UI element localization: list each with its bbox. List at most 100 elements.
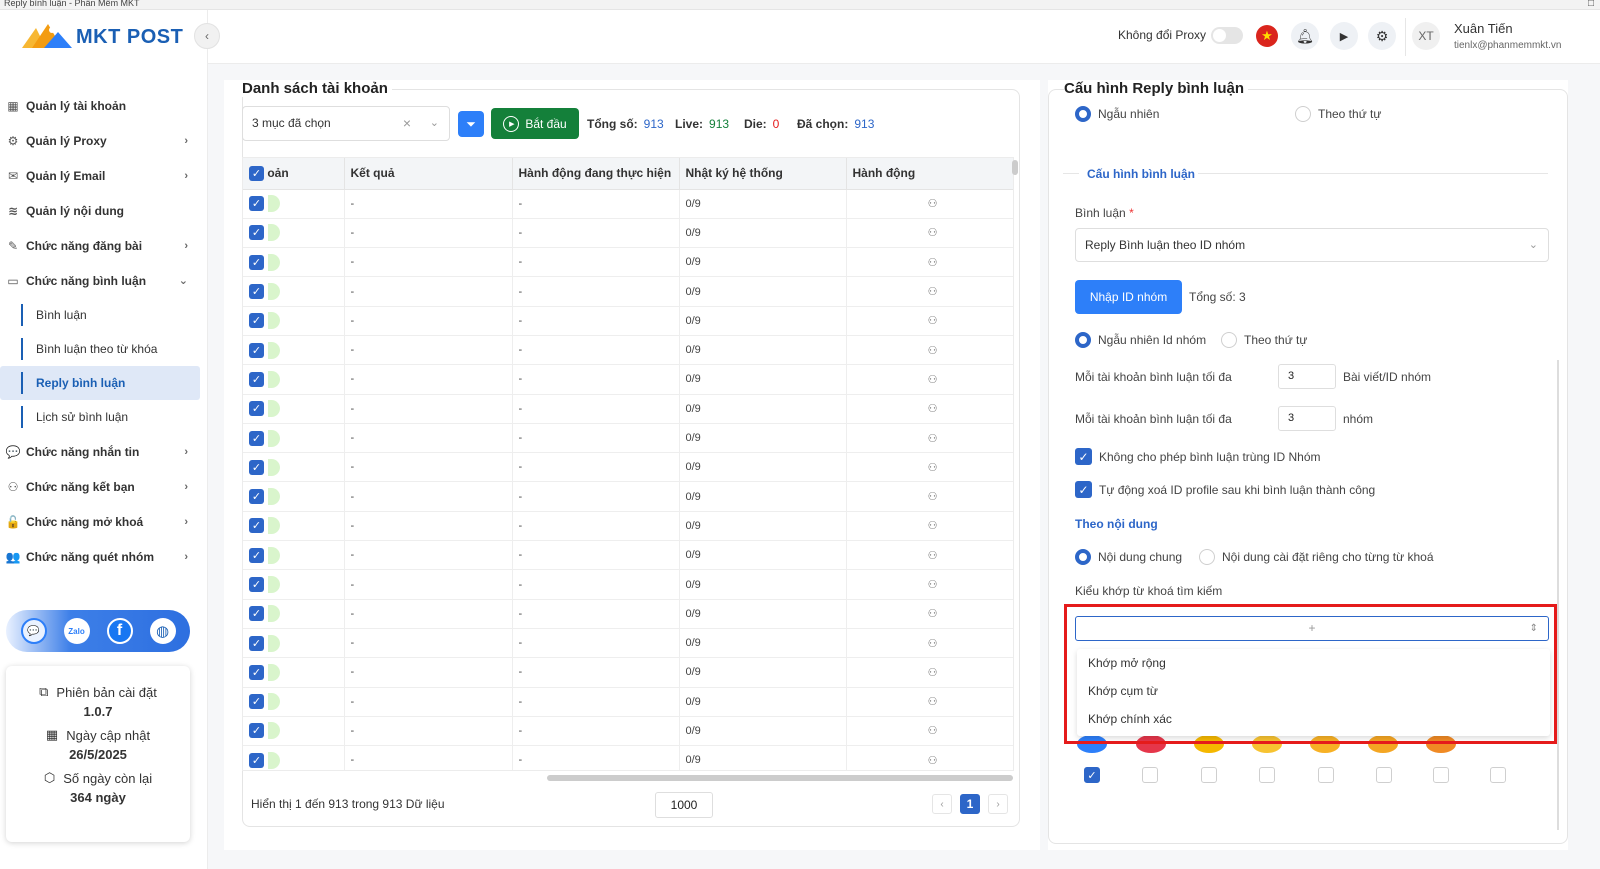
website-globe-icon[interactable]: ◍ [149,618,176,644]
row-checkbox[interactable]: ✓ [249,518,264,534]
row-checkbox[interactable]: ✓ [249,371,264,387]
table-row[interactable]: ✓ - -0/9 ⚇ [243,394,1013,424]
table-row[interactable]: ✓ - -0/9 ⚇ [243,364,1013,395]
table-row[interactable]: ✓ - -0/9 ⚇ [243,540,1013,571]
prev-page-button[interactable]: ‹ [932,794,952,814]
users-icon[interactable]: ⚇ [928,579,938,591]
table-row[interactable]: ✓ - -0/9 ⚇ [243,452,1013,483]
sidebar-item-items-3[interactable]: ≋ Quản lý nội dung [0,193,208,228]
sidebar-subitem-1[interactable]: Bình luận theo từ khóa [0,332,208,366]
row-checkbox[interactable]: ✓ [249,606,264,622]
users-icon[interactable]: ⚇ [928,433,938,445]
row-checkbox[interactable]: ✓ [249,430,264,446]
auto-delete-profile-checkbox[interactable]: ✓ Tự động xoá ID profile sau khi bình luậ… [1075,481,1375,498]
notification-bell-button[interactable]: 🔔︎ [1291,22,1319,50]
row-checkbox[interactable]: ✓ [249,196,264,212]
sidebar-item-items_after-2[interactable]: 🔓 Chức năng mở khoá › [0,504,208,539]
sidebar-item-items-4[interactable]: ✎ Chức năng đăng bài › [0,228,208,263]
column-current-action[interactable]: Hành động đang thực hiện [512,158,680,190]
row-checkbox[interactable]: ✓ [249,547,264,563]
no-duplicate-group-checkbox[interactable]: ✓ Không cho phép bình luận trùng ID Nhóm [1075,448,1320,465]
row-checkbox[interactable]: ✓ [249,635,264,651]
row-checkbox[interactable]: ✓ [249,401,264,417]
match-option-broad[interactable]: Khớp mở rộng [1077,649,1550,677]
video-guide-button[interactable]: ▶ [1330,22,1358,50]
max-groups-input[interactable]: 3 [1278,406,1336,431]
column-account[interactable]: ✓ oản [243,158,345,190]
row-checkbox[interactable]: ✓ [249,752,264,768]
config-scrollbar[interactable] [1557,360,1559,830]
row-checkbox[interactable]: ✓ [249,254,264,270]
table-row[interactable]: ✓ - -0/9 ⚇ [243,247,1013,278]
sidebar-subitem-0[interactable]: Bình luận [0,298,208,332]
zalo-icon[interactable]: Zalo [63,618,90,644]
settings-button[interactable]: ⚙ [1368,22,1396,50]
support-chat-icon[interactable]: 💬 [20,618,47,644]
sidebar-item-items-1[interactable]: ⚙ Quản lý Proxy › [0,123,208,158]
page-button[interactable]: 1 [960,794,980,814]
table-row[interactable]: ✓ - -0/9 ⚇ [243,276,1013,307]
sidebar-item-items_after-3[interactable]: 👥 Chức năng quét nhóm › [0,539,208,574]
table-row[interactable]: ✓ - -0/9 ⚇ [243,716,1013,747]
reaction-checkbox[interactable] [1376,767,1392,783]
reaction-checkbox[interactable] [1201,767,1217,783]
next-page-button[interactable]: › [988,794,1008,814]
page-size-select[interactable]: 1000 [655,792,713,818]
users-icon[interactable]: ⚇ [928,227,938,239]
sidebar-item-items-0[interactable]: ▦ Quản lý tài khoản [0,88,208,123]
sidebar-subitem-3[interactable]: Lịch sử bình luận [0,400,208,434]
row-checkbox[interactable]: ✓ [249,664,264,680]
table-row[interactable]: ✓ - -0/9 ⚇ [243,687,1013,717]
table-row[interactable]: ✓ - -0/9 ⚇ [243,628,1013,659]
reaction-checkbox[interactable]: ✓ [1084,767,1100,783]
users-icon[interactable]: ⚇ [928,520,938,532]
users-icon[interactable]: ⚇ [928,403,938,415]
users-icon[interactable]: ⚇ [928,696,938,708]
reaction-checkbox[interactable] [1142,767,1158,783]
table-row[interactable]: ✓ - -0/9 ⚇ [243,511,1013,542]
row-checkbox[interactable]: ✓ [249,577,264,592]
match-option-exact[interactable]: Khớp chính xác [1077,705,1550,733]
table-row[interactable]: ✓ - -0/9 ⚇ [243,335,1013,366]
users-icon[interactable]: ⚇ [928,198,938,210]
table-row[interactable]: ✓ - -0/9 ⚇ [243,218,1013,249]
mode-order-radio[interactable]: Theo thứ tự [1295,106,1381,122]
sidebar-item-items-5[interactable]: ▭ Chức năng bình luận ⌄ [0,263,208,298]
users-icon[interactable]: ⚇ [928,608,938,620]
window-close-icon[interactable]: □ [1588,0,1594,9]
sidebar-item-items-2[interactable]: ✉ Quản lý Email › [0,158,208,193]
reaction-checkbox[interactable] [1259,767,1275,783]
table-row[interactable]: ✓ - -0/9 ⚇ [243,599,1013,629]
row-checkbox[interactable]: ✓ [249,459,264,475]
mode-random-radio[interactable]: Ngẫu nhiên [1075,106,1159,122]
table-row[interactable]: ✓ - -0/9 ⚇ [243,745,1013,770]
users-icon[interactable]: ⚇ [928,257,938,269]
table-row[interactable]: ✓ - -0/9 ⚇ [243,657,1013,688]
column-result[interactable]: Kết quả [344,158,513,190]
reaction-checkbox[interactable] [1433,767,1449,783]
row-checkbox[interactable]: ✓ [249,225,264,241]
users-icon[interactable]: ⚇ [928,315,938,327]
avatar[interactable]: XT [1412,22,1440,50]
table-row[interactable]: ✓ - -0/9 ⚇ [243,306,1013,336]
users-icon[interactable]: ⚇ [928,755,938,767]
logo[interactable]: MKT POST [22,22,183,52]
account-filter-select[interactable]: 3 mục đã chọn × ⌄ [242,106,450,141]
column-system-log[interactable]: Nhật ký hệ thống [679,158,847,190]
users-icon[interactable]: ⚇ [928,491,938,503]
sidebar-subitem-2[interactable]: Reply bình luận [0,366,200,400]
input-group-id-button[interactable]: Nhập ID nhóm [1075,280,1182,314]
max-posts-input[interactable]: 3 [1278,364,1336,389]
users-icon[interactable]: ⚇ [928,286,938,298]
table-row[interactable]: ✓ - -0/9 ⚇ [243,423,1013,454]
row-checkbox[interactable]: ✓ [249,313,264,329]
row-checkbox[interactable]: ✓ [249,489,264,505]
filter-clear-button[interactable]: ⏷ [458,111,484,137]
match-option-phrase[interactable]: Khớp cụm từ [1077,677,1550,705]
users-icon[interactable]: ⚇ [928,667,938,679]
table-row[interactable]: ✓ - -0/9 ⚇ [243,189,1013,219]
users-icon[interactable]: ⚇ [928,550,938,562]
users-icon[interactable]: ⚇ [928,374,938,386]
collapse-sidebar-button[interactable]: ‹ [194,23,220,49]
table-row[interactable]: ✓ - -0/9 ⚇ [243,569,1013,600]
